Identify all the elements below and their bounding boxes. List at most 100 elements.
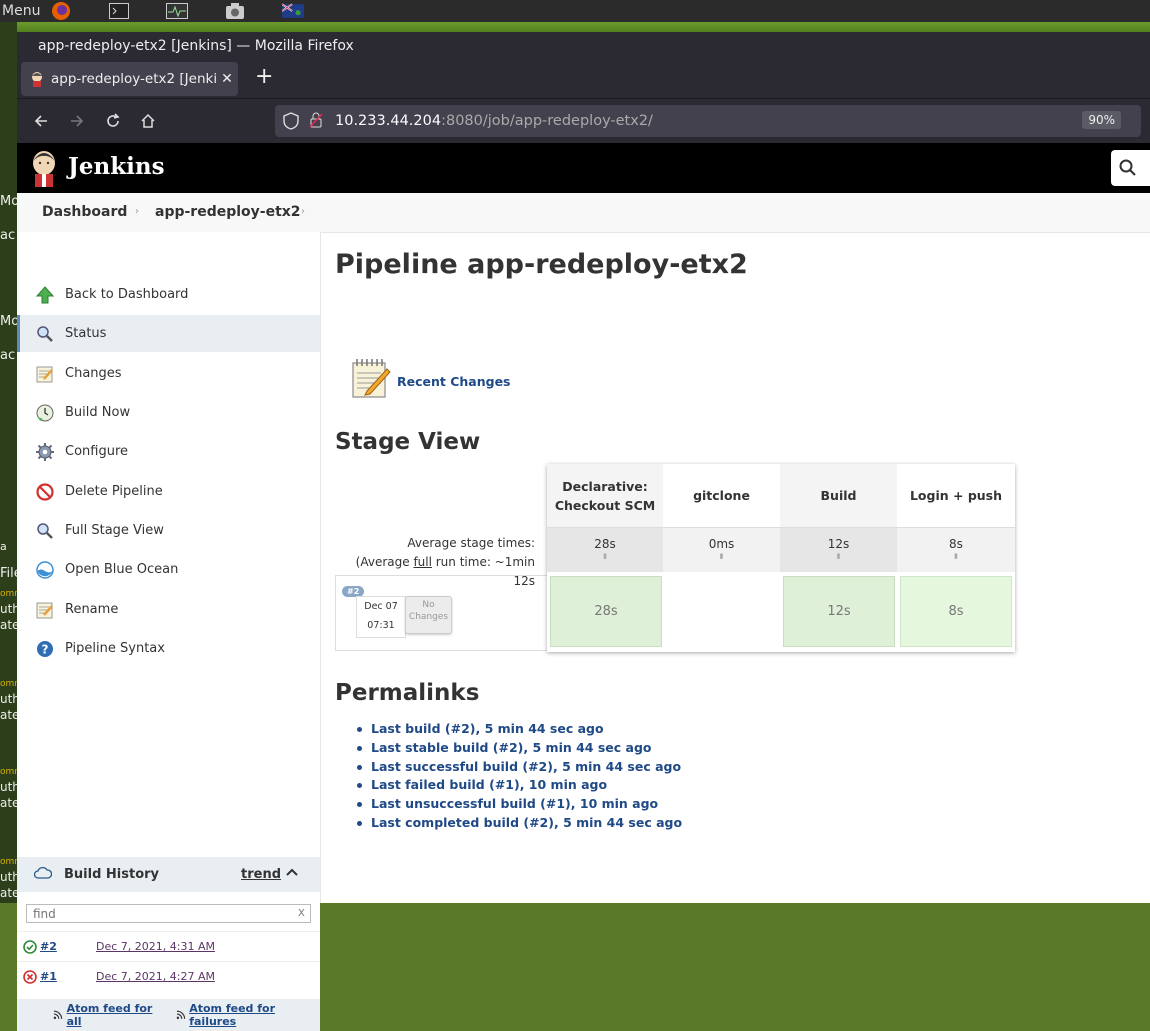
sidebar-item-status[interactable]: Status [17,315,320,352]
build-date-link[interactable]: Dec 7, 2021, 4:31 AM [96,940,215,953]
stage-view-title: Stage View [335,429,481,455]
permalink-last-stable[interactable]: Last stable build (#2), 5 min 44 sec ago [355,740,682,759]
jenkins-title[interactable]: Jenkins [68,153,165,180]
forward-icon[interactable] [63,107,91,135]
build-row-summary[interactable]: #2 Dec 07 07:31 No Changes [335,575,548,651]
clear-search-button[interactable]: x [298,905,305,919]
trend-link[interactable]: trend [241,867,281,882]
new-tab-button[interactable]: + [255,64,273,89]
desktop-fragment: uth [0,780,17,794]
build-row[interactable]: #2 Dec 7, 2021, 4:31 AM [17,931,320,961]
no-entry-icon [35,482,55,502]
build-date-link[interactable]: Dec 7, 2021, 4:27 AM [96,970,215,983]
permalink-last-build[interactable]: Last build (#2), 5 min 44 sec ago [355,721,682,740]
no-changes-line2: Changes [408,612,449,622]
sidebar-item-label: Full Stage View [65,523,164,538]
sidebar-item-open-blue-ocean[interactable]: Open Blue Ocean [17,551,320,588]
browser-tab[interactable]: app-redeploy-etx2 [Jenki ✕ [21,62,238,96]
desktop-fragment: omm [0,589,17,599]
main-panel: Pipeline app-redeploy-etx2 Recent Change… [335,232,1150,903]
chevron-up-icon[interactable] [285,865,299,883]
screenshot-launcher-icon[interactable] [224,2,246,20]
stage-cell[interactable]: 12s [783,576,895,647]
reload-icon[interactable] [99,107,127,135]
address-bar[interactable]: 10.233.44.204:8080/job/app-redeploy-etx2… [275,105,1141,137]
stage-average: 28s ▮ [547,527,663,572]
keyboard-layout-flag-icon[interactable] [282,2,305,20]
system-monitor-launcher-icon[interactable] [166,2,189,20]
desktop-fragment: uth [0,692,17,706]
desktop-fragment: File [0,566,17,581]
no-changes-box[interactable]: No Changes [405,596,452,634]
sidebar-item-full-stage-view[interactable]: Full Stage View [17,512,320,549]
avg-full-link[interactable]: full [413,555,432,569]
stage-header-line: Checkout SCM [554,497,656,513]
sidebar-item-changes[interactable]: Changes [17,355,320,392]
os-menu-button[interactable]: Menu [2,3,40,19]
sidebar-item-build-now[interactable]: Build Now [17,394,320,431]
recent-changes-link[interactable]: Recent Changes [397,374,511,389]
build-history-title: Build History [64,867,160,882]
stage-header-line: gitclone [693,488,750,503]
build-search-field[interactable]: x [26,904,311,923]
atom-feed-failures-link[interactable]: Atom feed for failures [189,1002,320,1028]
insecure-lock-icon[interactable] [309,112,325,130]
notepad-icon [351,357,391,399]
build-number-link[interactable]: #1 [40,970,57,983]
sidebar-item-pipeline-syntax[interactable]: ? Pipeline Syntax [17,630,320,667]
tracking-shield-icon[interactable] [283,112,301,130]
desktop-fragment: Mo [0,194,17,209]
stage-cell[interactable] [666,576,778,647]
zoom-indicator[interactable]: 90% [1082,111,1121,129]
cloud-icon [33,866,53,883]
search-icon [35,324,55,344]
sidebar-item-label: Build Now [65,405,131,420]
firefox-launcher-icon[interactable] [50,2,72,20]
permalink-last-completed[interactable]: Last completed build (#2), 5 min 44 sec … [355,815,682,834]
atom-feed-all-link[interactable]: Atom feed for all [67,1002,167,1028]
jenkins-logo-icon[interactable] [29,149,59,187]
stage-average: 12s ▮ [780,527,897,572]
build-number-link[interactable]: #2 [40,940,57,953]
avg-full-suffix: run time: ~1min [431,555,535,569]
desktop-fragment: ate [0,886,17,900]
permalink-last-unsuccessful[interactable]: Last unsuccessful build (#1), 10 min ago [355,796,682,815]
terminal-launcher-icon[interactable] [108,2,130,20]
gear-icon [35,442,55,462]
jenkins-header: Jenkins [17,143,1150,193]
build-search-input[interactable] [31,906,295,922]
sidebar-item-label: Changes [65,366,122,381]
jenkins-favicon-icon [29,71,45,87]
svg-text:?: ? [42,642,49,656]
breadcrumb-dashboard[interactable]: Dashboard [42,204,127,220]
stage-cell[interactable]: 28s [550,576,662,647]
stage-cell[interactable]: 8s [900,576,1012,647]
sidebar-item-label: Rename [65,602,119,617]
tab-strip: app-redeploy-etx2 [Jenki ✕ + [17,58,1150,98]
breadcrumb-separator[interactable]: › [301,206,305,217]
sidebar-item-delete-pipeline[interactable]: Delete Pipeline [17,473,320,510]
stage-average-value: 8s [949,537,963,551]
desktop-fragment: ate [0,618,17,632]
build-row[interactable]: #1 Dec 7, 2021, 4:27 AM [17,961,320,991]
breadcrumb: Dashboard › app-redeploy-etx2 › [17,193,1150,233]
sidebar-item-rename[interactable]: Rename [17,591,320,628]
sidebar-item-back-to-dashboard[interactable]: Back to Dashboard [17,276,320,313]
permalink-last-failed[interactable]: Last failed build (#1), 10 min ago [355,777,682,796]
build-date: Dec 07 [364,601,398,612]
clock-icon [35,403,55,423]
breadcrumb-job[interactable]: app-redeploy-etx2 [155,204,301,220]
home-icon[interactable] [134,107,162,135]
jenkins-search-box[interactable] [1111,150,1150,186]
desktop-fragment: ac [0,228,16,243]
sidebar-item-configure[interactable]: Configure [17,433,320,470]
back-icon[interactable] [27,107,55,135]
desktop-fragment: ate [0,796,17,810]
build-time: 07:31 [367,620,395,631]
stage-header-line: Login + push [909,488,1003,503]
breadcrumb-separator[interactable]: › [135,206,139,217]
permalink-last-successful[interactable]: Last successful build (#2), 5 min 44 sec… [355,759,682,778]
desktop-fragment: ac [0,348,16,363]
tab-close-icon[interactable]: ✕ [216,71,238,87]
os-top-panel: Menu [0,0,1150,22]
